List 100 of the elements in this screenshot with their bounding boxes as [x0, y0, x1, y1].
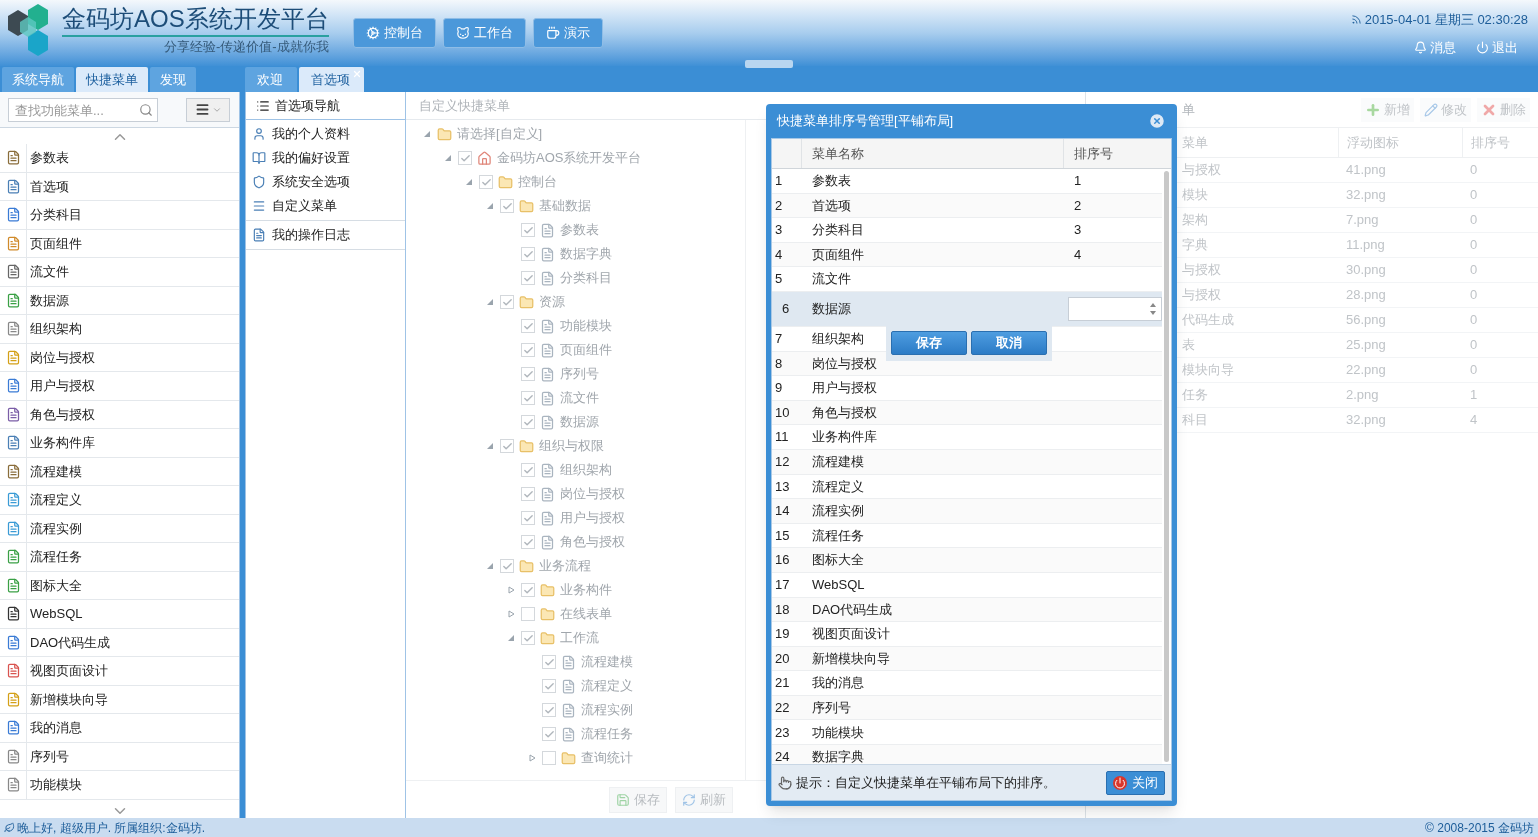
shortcut-menu-item[interactable]: 岗位与授权: [0, 343, 239, 372]
checkbox[interactable]: [521, 415, 535, 429]
nav-tab[interactable]: 发现: [150, 67, 196, 92]
expanded-triangle-icon[interactable]: [486, 562, 494, 570]
shortcut-menu-item[interactable]: 我的消息: [0, 714, 239, 743]
tree-item[interactable]: 控制台: [518, 172, 557, 192]
checkbox[interactable]: [458, 151, 472, 165]
shortcut-menu-item[interactable]: 角色与授权: [0, 400, 239, 429]
tree-item[interactable]: 数据字典: [560, 244, 612, 264]
checkbox[interactable]: [542, 727, 556, 741]
preference-nav-item[interactable]: 我的个人资料: [246, 122, 405, 146]
checkbox[interactable]: [521, 631, 535, 645]
checkbox[interactable]: [521, 343, 535, 357]
shortcut-menu-item[interactable]: 组织架构: [0, 315, 239, 344]
column-header[interactable]: 排序号: [1064, 139, 1171, 168]
checkbox[interactable]: [521, 367, 535, 381]
shortcut-menu-item[interactable]: 流文件: [0, 258, 239, 287]
tree-item[interactable]: 金码坊AOS系统开发平台: [497, 148, 642, 168]
collapse-handle[interactable]: [745, 60, 793, 68]
checkbox[interactable]: [521, 583, 535, 597]
tree-item[interactable]: 页面组件: [560, 340, 612, 360]
shortcut-menu-item[interactable]: 视图页面设计: [0, 657, 239, 686]
shortcut-menu-item[interactable]: 新增模块向导: [0, 685, 239, 714]
shortcut-menu-item[interactable]: 页面组件: [0, 229, 239, 258]
expanded-triangle-icon[interactable]: [444, 154, 452, 162]
tree-item[interactable]: 请选择[自定义]: [457, 124, 543, 144]
content-tab[interactable]: 欢迎: [245, 67, 297, 92]
save-button[interactable]: 保存: [891, 330, 967, 355]
checkbox[interactable]: [500, 439, 514, 453]
shortcut-menu-item[interactable]: 流程定义: [0, 486, 239, 515]
checkbox[interactable]: [500, 559, 514, 573]
menu-dropdown-button[interactable]: [186, 97, 230, 122]
checkbox[interactable]: [521, 511, 535, 525]
close-button[interactable]: 关闭: [1106, 770, 1165, 795]
tree-item[interactable]: 组织架构: [560, 460, 612, 480]
tree-item[interactable]: 参数表: [560, 220, 599, 240]
tree-item[interactable]: 用户与授权: [560, 508, 625, 528]
expanded-triangle-icon[interactable]: [507, 634, 515, 642]
shortcut-menu-item[interactable]: 业务构件库: [0, 429, 239, 458]
checkbox[interactable]: [479, 175, 493, 189]
shortcut-menu-item[interactable]: 数据源: [0, 286, 239, 315]
refresh-button[interactable]: 刷新: [675, 786, 733, 813]
tree-item[interactable]: 基础数据: [539, 196, 591, 216]
column-header[interactable]: 排序号: [1471, 132, 1510, 153]
cancel-button[interactable]: 取消: [971, 330, 1047, 355]
tree-item[interactable]: 查询统计: [581, 748, 633, 768]
tree-item[interactable]: 数据源: [560, 412, 599, 432]
edit-button[interactable]: 修改: [1420, 97, 1471, 122]
collapsed-triangle-icon[interactable]: [507, 610, 515, 618]
close-icon[interactable]: [1148, 112, 1166, 130]
tree-item[interactable]: 流程任务: [581, 724, 633, 744]
preference-nav-item[interactable]: 自定义菜单: [246, 194, 405, 218]
number-spinner-field[interactable]: [1068, 296, 1162, 321]
expanded-triangle-icon[interactable]: [486, 202, 494, 210]
column-header[interactable]: 浮动图标: [1347, 132, 1399, 153]
shortcut-menu-item[interactable]: 用户与授权: [0, 372, 239, 401]
tree-item[interactable]: 岗位与授权: [560, 484, 625, 504]
tree-item[interactable]: 业务构件: [560, 580, 612, 600]
checkbox[interactable]: [542, 655, 556, 669]
checkbox[interactable]: [521, 223, 535, 237]
shortcut-menu-item[interactable]: 流程任务: [0, 543, 239, 572]
expanded-triangle-icon[interactable]: [465, 178, 473, 186]
save-button[interactable]: 保存: [609, 786, 667, 813]
tree-item[interactable]: 流文件: [560, 388, 599, 408]
tree-item[interactable]: 角色与授权: [560, 532, 625, 552]
tree-item[interactable]: 资源: [539, 292, 565, 312]
shortcut-menu-item[interactable]: WebSQL: [0, 600, 239, 629]
messages-link[interactable]: 消息: [1414, 37, 1456, 57]
checkbox[interactable]: [521, 271, 535, 285]
checkbox[interactable]: [542, 703, 556, 717]
preference-nav-item[interactable]: 我的操作日志: [246, 223, 405, 247]
logout-link[interactable]: 退出: [1476, 37, 1518, 57]
shortcut-menu-item[interactable]: 分类科目: [0, 201, 239, 230]
shortcut-menu-item[interactable]: 流程实例: [0, 514, 239, 543]
content-tab[interactable]: 首选项: [299, 67, 364, 92]
checkbox[interactable]: [521, 487, 535, 501]
checkbox[interactable]: [542, 751, 556, 765]
tree-item[interactable]: 分类科目: [560, 268, 612, 288]
tree-item[interactable]: 功能模块: [560, 316, 612, 336]
search-field[interactable]: 查找功能菜单...: [8, 98, 158, 122]
spinner-arrows-icon[interactable]: [1149, 301, 1157, 316]
tree-item[interactable]: 在线表单: [560, 604, 612, 624]
preference-nav-item[interactable]: 我的偏好设置: [246, 146, 405, 170]
nav-button[interactable]: 演示: [532, 18, 603, 48]
shortcut-menu-item[interactable]: 图标大全: [0, 571, 239, 600]
tree-item[interactable]: 流程定义: [581, 676, 633, 696]
checkbox[interactable]: [500, 295, 514, 309]
tree-item[interactable]: 序列号: [560, 364, 599, 384]
nav-button[interactable]: 控制台: [352, 18, 436, 48]
checkbox[interactable]: [521, 535, 535, 549]
checkbox[interactable]: [521, 391, 535, 405]
tree-item[interactable]: 组织与权限: [539, 436, 604, 456]
search-icon[interactable]: [139, 102, 153, 117]
collapsed-triangle-icon[interactable]: [528, 754, 536, 762]
nav-tab[interactable]: 快捷菜单: [76, 67, 148, 92]
shortcut-menu-item[interactable]: 序列号: [0, 742, 239, 771]
tree-item[interactable]: 工作流: [560, 628, 599, 648]
nav-tab[interactable]: 系统导航: [2, 67, 74, 92]
collapsed-triangle-icon[interactable]: [507, 586, 515, 594]
shortcut-menu-item[interactable]: 参数表: [0, 144, 239, 173]
